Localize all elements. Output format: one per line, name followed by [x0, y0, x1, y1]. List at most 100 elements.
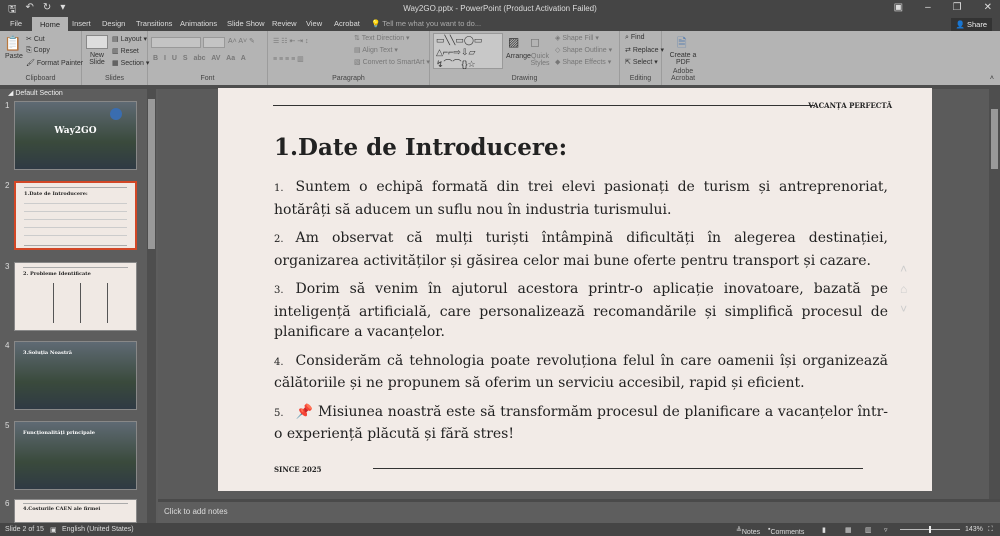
shapes-gallery[interactable]: ▭╲╲▭◯▭ △⌐⌐⇨⇩▱ ↯⌒⌒{}☆ — [433, 33, 503, 69]
slide-thumbnail-5[interactable]: Funcționalități principale — [14, 421, 137, 490]
convert-smartart-button[interactable]: ▧ Convert to SmartArt ▾ — [354, 58, 430, 66]
chevron-up-icon[interactable]: ˄ — [900, 262, 907, 276]
thumb-title: 3.Soluția Noastră — [23, 350, 73, 356]
font-size-buttons[interactable]: A˄ A˅ ✎ — [228, 37, 255, 45]
tell-me-search[interactable]: 💡 Tell me what you want to do... — [371, 19, 481, 28]
quick-styles-icon[interactable]: ◻ — [530, 35, 540, 49]
section-button[interactable]: ▦ Section ▾ — [112, 59, 149, 67]
slideshow-icon[interactable]: ▿ — [884, 526, 888, 534]
slide-sorter-icon[interactable]: ▦ — [845, 526, 852, 534]
shape-fill-button[interactable]: ◈ Shape Fill ▾ — [555, 34, 599, 42]
font-size-select[interactable] — [203, 37, 225, 48]
font-format-buttons[interactable]: B I U S abc AV Aa A — [153, 55, 246, 62]
thumbnail-scrollbar[interactable] — [147, 89, 156, 499]
notes-pane[interactable]: Click to add notes — [158, 499, 1000, 523]
tab-insert[interactable]: Insert — [72, 19, 91, 28]
editing-label: Editing — [629, 75, 652, 82]
zoom-slider-handle[interactable] — [929, 526, 931, 533]
tab-design[interactable]: Design — [102, 19, 125, 28]
format-painter-button[interactable]: 🖌 Format Painter — [26, 59, 83, 67]
share-button[interactable]: 👤 Share — [950, 18, 992, 31]
font-name-select[interactable] — [151, 37, 201, 48]
align-text-button[interactable]: ▤ Align Text ▾ — [354, 46, 398, 54]
chevron-down-icon[interactable]: ˅ — [900, 302, 907, 316]
slide-thumbnail-2[interactable]: 1.Date de Introducere: — [14, 181, 137, 250]
list-item: 5. 📌 Misiunea noastră este să transformăm… — [274, 403, 888, 443]
close-button[interactable]: ✕ — [984, 2, 992, 13]
slide-scrollbar[interactable] — [989, 89, 1000, 499]
copy-button[interactable]: ⎘ Copy — [26, 47, 50, 55]
select-button[interactable]: ⇱ Select ▾ — [625, 58, 658, 66]
align-buttons[interactable]: ≡ ≡ ≡ ≡ ▥ — [273, 55, 304, 63]
normal-view-icon[interactable]: ▮ — [822, 526, 826, 534]
person-icon: 👤 — [955, 20, 965, 29]
status-bar: Slide 2 of 15 ▣ English (United States) … — [0, 523, 1000, 536]
zoom-level[interactable]: 143% — [965, 526, 983, 533]
create-pdf-button[interactable]: Create a PDF — [668, 52, 698, 66]
thumb-title: Way2GO — [54, 126, 97, 136]
slide-thumbnail-6[interactable]: 4.Costurile CAEN ale firmei — [14, 499, 137, 523]
arrange-button[interactable]: Arrange — [506, 53, 531, 60]
layout-button[interactable]: ▤ Layout ▾ — [112, 35, 147, 43]
list-item: 2. Am observat că mulți turiști întâmpină… — [274, 230, 888, 269]
new-slide-button[interactable]: New Slide — [87, 52, 107, 66]
section-header[interactable]: ◢ Default Section — [8, 89, 63, 97]
slide-thumbnail-3[interactable]: 2. Probleme Identificate — [14, 262, 137, 331]
tab-acrobat[interactable]: Acrobat — [334, 19, 360, 28]
footer-rule — [373, 468, 863, 469]
tab-animations[interactable]: Animations — [180, 19, 217, 28]
header-rule — [273, 105, 815, 106]
thumb-number: 6 — [5, 499, 10, 508]
window-title: Way2GO.pptx - PowerPoint (Product Activa… — [403, 4, 597, 13]
reset-button[interactable]: ▥ Reset — [112, 47, 139, 55]
thumbnail-scrollbar-end[interactable] — [147, 499, 156, 523]
language-indicator[interactable]: English (United States) — [62, 526, 134, 533]
maximize-button[interactable]: ❐ — [953, 2, 962, 13]
thumb-title: Funcționalități principale — [23, 430, 95, 436]
reading-view-icon[interactable]: ▥ — [865, 526, 872, 534]
shape-effects-button[interactable]: ◆ Shape Effects ▾ — [555, 58, 611, 66]
tab-view[interactable]: View — [306, 19, 322, 28]
tab-slide-show[interactable]: Slide Show — [227, 19, 265, 28]
spellcheck-icon[interactable]: ▣ — [50, 526, 57, 534]
notes-button[interactable]: ≜ Notes — [736, 526, 760, 536]
slides-group: New Slide ▤ Layout ▾ ▥ Reset ▦ Section ▾… — [82, 31, 149, 85]
acrobat-label: Adobe Acrobat — [670, 68, 696, 82]
lightbulb-icon: 💡 — [371, 19, 381, 28]
cut-button[interactable]: ✂ Cut — [26, 35, 45, 43]
minimize-button[interactable]: – — [925, 2, 931, 13]
ribbon-display-icon[interactable]: ▣ — [894, 2, 903, 13]
find-button[interactable]: ⌕ Find — [625, 34, 645, 42]
tab-transitions[interactable]: Transitions — [136, 19, 172, 28]
slide-body[interactable]: 1. Suntem o echipă formată din trei elevi… — [274, 177, 888, 453]
text-direction-button[interactable]: ⇅ Text Direction ▾ — [354, 34, 410, 42]
slide-thumbnail-1[interactable]: Way2GO — [14, 101, 137, 170]
slide-canvas[interactable]: VACANȚA PERFECTĂ 1.Date de Introducere: … — [218, 88, 932, 491]
comments-button[interactable]: ▪ Comments — [768, 526, 804, 536]
tab-review[interactable]: Review — [272, 19, 297, 28]
collapse-ribbon-icon[interactable]: ˄ — [990, 75, 994, 82]
list-item: 4. Considerăm că tehnologia poate revoluț… — [274, 352, 888, 392]
acrobat-group: 🗎 Create a PDF Adobe Acrobat — [662, 31, 704, 85]
quick-styles-button[interactable]: Quick Styles — [530, 53, 550, 67]
slide-footer: SINCE 2025 — [274, 465, 322, 474]
slide-thumbnail-4[interactable]: 3.Soluția Noastră — [14, 341, 137, 410]
new-slide-icon[interactable] — [86, 35, 108, 49]
title-bar: 🖫 ↶ ↻ ▾ Way2GO.pptx - PowerPoint (Produc… — [0, 0, 1000, 17]
replace-button[interactable]: ⇄ Replace ▾ — [625, 46, 664, 54]
editing-group: ⌕ Find ⇄ Replace ▾ ⇱ Select ▾ Editing — [620, 31, 664, 85]
slide-header: VACANȚA PERFECTĂ — [808, 101, 892, 110]
paste-button[interactable]: Paste — [5, 53, 23, 60]
shape-outline-button[interactable]: ◇ Shape Outline ▾ — [555, 46, 612, 54]
fit-slide-icon[interactable]: ⛶ — [988, 526, 993, 534]
thumbnail-panel-bottom: 6 4.Costurile CAEN ale firmei — [0, 499, 158, 523]
slide-title[interactable]: 1.Date de Introducere: — [274, 134, 567, 161]
tab-home[interactable]: Home — [32, 17, 69, 31]
arrange-icon[interactable]: ▨ — [508, 35, 519, 49]
paste-icon[interactable]: 📋 — [4, 35, 21, 52]
thumb-number: 1 — [5, 101, 10, 110]
list-buttons[interactable]: ☰ ☷ ⇤ ⇥ ↕ — [273, 37, 309, 45]
font-group: A˄ A˅ ✎ B I U S abc AV Aa A Font — [148, 31, 268, 85]
tab-file[interactable]: File — [10, 19, 22, 28]
home-icon[interactable]: ⌂ — [900, 282, 907, 296]
